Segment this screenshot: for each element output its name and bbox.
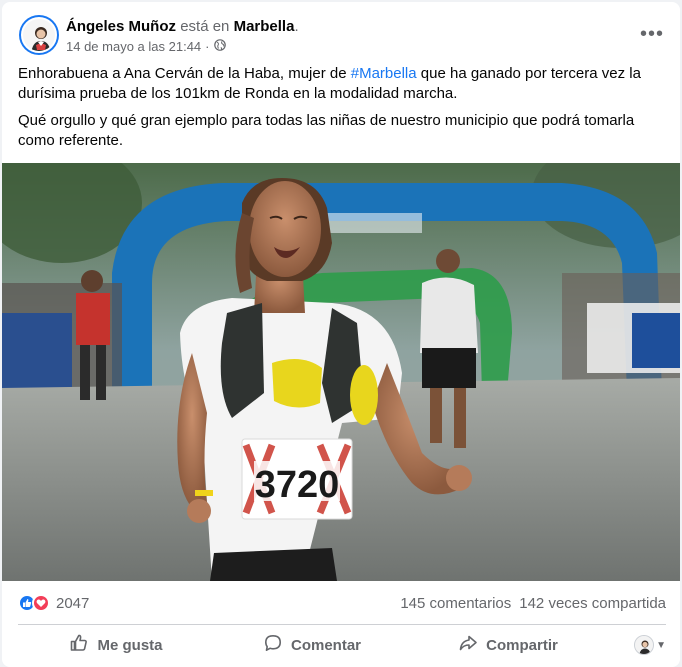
post-text: Enhorabuena a Ana Cerván de la Haba, muj… bbox=[18, 64, 666, 158]
like-button[interactable]: Me gusta bbox=[18, 628, 214, 662]
reaction-icons bbox=[18, 594, 50, 612]
comment-button[interactable]: Comentar bbox=[214, 628, 410, 662]
comment-label: Comentar bbox=[290, 636, 361, 654]
comments-count[interactable]: 145 comentarios bbox=[400, 595, 511, 612]
love-icon bbox=[32, 594, 50, 612]
share-icon bbox=[458, 633, 478, 657]
author-name[interactable]: Ángeles Muñoz bbox=[66, 18, 176, 35]
thumbs-up-icon bbox=[69, 633, 89, 657]
globe-icon[interactable] bbox=[213, 39, 226, 55]
reactions-summary[interactable]: 2047 bbox=[18, 594, 89, 612]
post-timestamp[interactable]: 14 de mayo a las 21:44 bbox=[66, 39, 201, 55]
post-card: Ángeles Muñoz está en Marbella. 14 de ma… bbox=[2, 2, 680, 667]
profile-mini-avatar bbox=[634, 635, 655, 655]
more-options-icon: ••• bbox=[639, 22, 664, 45]
hashtag-link[interactable]: #Marbella bbox=[351, 65, 417, 82]
share-label: Compartir bbox=[486, 636, 558, 654]
comment-icon bbox=[263, 633, 283, 657]
share-button[interactable]: Compartir bbox=[410, 628, 606, 662]
actions-divider bbox=[18, 624, 666, 625]
checkin-place[interactable]: Marbella bbox=[234, 18, 295, 35]
author-line: Ángeles Muñoz está en Marbella. bbox=[66, 17, 299, 37]
avatar-image bbox=[21, 17, 57, 53]
meta-separator: · bbox=[205, 39, 210, 54]
like-label: Me gusta bbox=[97, 636, 163, 654]
post-photo[interactable]: 3720 bbox=[2, 163, 680, 581]
post-meta: 14 de mayo a las 21:44 · bbox=[66, 39, 226, 55]
post-paragraph-1: Enhorabuena a Ana Cerván de la Haba, muj… bbox=[18, 64, 666, 104]
bib-number: 3720 bbox=[255, 464, 340, 506]
react-as-selector[interactable]: ▼ bbox=[606, 635, 666, 655]
post-paragraph-2: Qué orgullo y qué gran ejemplo para toda… bbox=[18, 112, 635, 149]
paragraph-1-text-a: Enhorabuena a Ana Cerván de la Haba, muj… bbox=[18, 65, 351, 82]
reactions-count: 2047 bbox=[56, 594, 90, 612]
shares-count[interactable]: 142 veces compartida bbox=[519, 595, 666, 612]
author-avatar[interactable] bbox=[19, 15, 59, 55]
checkin-verb: está en bbox=[180, 18, 230, 35]
more-options-button[interactable]: ••• bbox=[638, 20, 666, 48]
engagement-counts: 145 comentarios 142 veces compartida bbox=[400, 595, 666, 612]
post-actions: Me gusta Comentar Compartir ▼ bbox=[18, 628, 666, 662]
chevron-down-icon: ▼ bbox=[656, 639, 666, 651]
post-stats: 2047 145 comentarios 142 veces compartid… bbox=[18, 592, 666, 614]
place-suffix: . bbox=[294, 18, 299, 35]
